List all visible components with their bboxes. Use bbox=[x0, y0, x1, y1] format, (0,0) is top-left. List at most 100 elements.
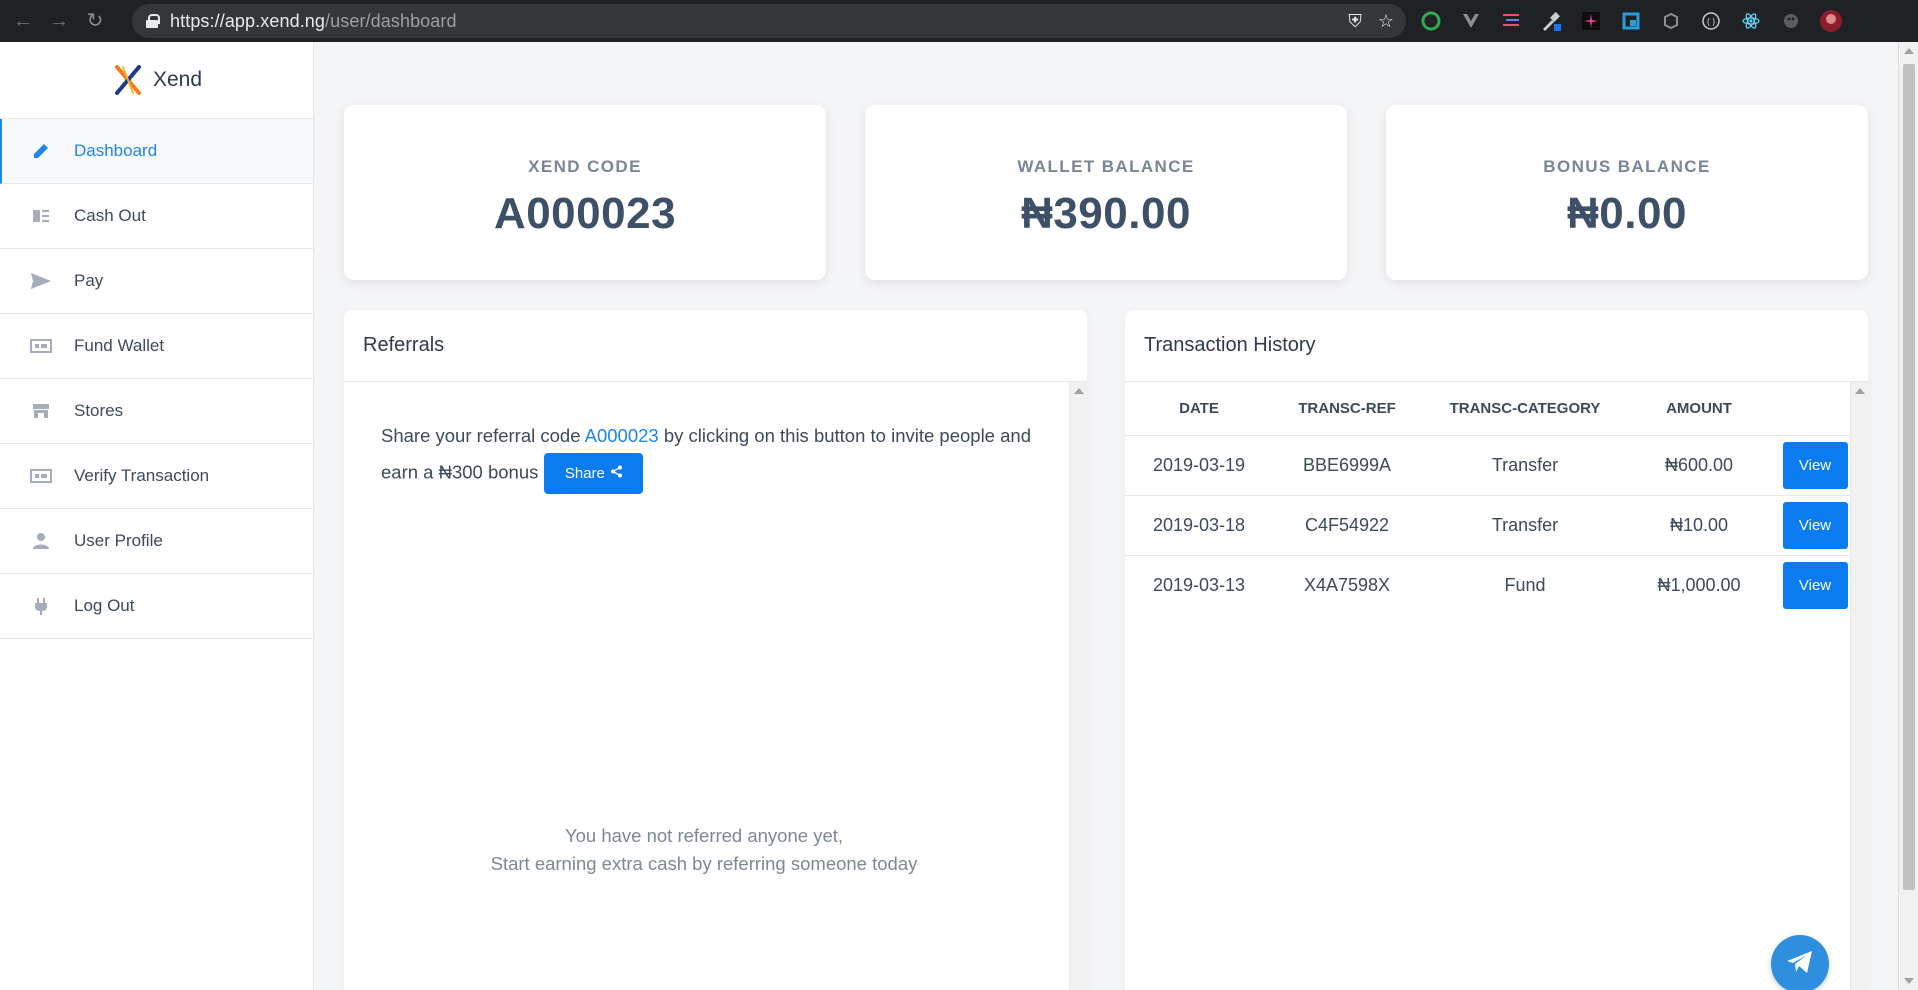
sidebar-item-label: Log Out bbox=[74, 596, 135, 615]
stat-label: WALLET BALANCE bbox=[1017, 157, 1195, 176]
receipt-icon bbox=[30, 465, 52, 487]
cell-amount: ₦10.00 bbox=[1629, 495, 1769, 556]
empty-referrals-message: You have not referred anyone yet, Start … bbox=[344, 822, 1064, 878]
panel-header: Referrals bbox=[344, 310, 1087, 382]
share-button[interactable]: Share bbox=[544, 453, 644, 494]
cell-action: View bbox=[1769, 435, 1861, 496]
transactions-table: DATE TRANSC-REF TRANSC-CATEGORY AMOUNT 2… bbox=[1125, 382, 1861, 615]
column-header-date: DATE bbox=[1125, 382, 1273, 436]
share-icon bbox=[610, 456, 623, 491]
extension-vue-icon[interactable] bbox=[1458, 8, 1484, 34]
sidebar-item-log-out[interactable]: Log Out bbox=[0, 574, 313, 639]
cell-category: Transfer bbox=[1421, 435, 1629, 496]
stat-card-wallet-balance: WALLET BALANCE ₦390.00 bbox=[865, 105, 1347, 280]
cash-out-icon bbox=[30, 205, 52, 227]
plug-icon bbox=[30, 595, 52, 617]
extension-react-icon[interactable] bbox=[1738, 8, 1764, 34]
stat-value: ₦390.00 bbox=[1021, 189, 1191, 238]
extensions-bar: () bbox=[1418, 6, 1844, 36]
transactions-scrollbar[interactable] bbox=[1850, 382, 1868, 990]
brand[interactable]: Xend bbox=[0, 42, 313, 119]
sidebar-item-label: Dashboard bbox=[74, 141, 158, 160]
table-row: 2019-03-19 BBE6999A Transfer ₦600.00 Vie… bbox=[1125, 435, 1861, 496]
star-icon[interactable]: ☆ bbox=[1378, 11, 1394, 32]
extension-eyedropper-icon[interactable] bbox=[1538, 8, 1564, 34]
reload-icon[interactable]: ↻ bbox=[82, 8, 108, 34]
referral-text-before: Share your referral code bbox=[381, 425, 585, 446]
table-header-row: DATE TRANSC-REF TRANSC-CATEGORY AMOUNT bbox=[1125, 382, 1861, 436]
stat-card-bonus-balance: BONUS BALANCE ₦0.00 bbox=[1386, 105, 1868, 280]
referrals-panel: Referrals Share your referral code A0000… bbox=[344, 310, 1087, 990]
stat-label: XEND CODE bbox=[528, 157, 642, 176]
table-row: 2019-03-18 C4F54922 Transfer ₦10.00 View bbox=[1125, 495, 1861, 556]
sidebar-item-label: Fund Wallet bbox=[74, 336, 165, 355]
telegram-chat-button[interactable] bbox=[1771, 935, 1829, 990]
sidebar-item-label: Verify Transaction bbox=[74, 466, 210, 485]
cell-ref: C4F54922 bbox=[1273, 495, 1421, 556]
send-icon bbox=[30, 270, 52, 292]
url-host: https://app.xend.ng bbox=[170, 10, 326, 31]
sidebar-item-dashboard[interactable]: Dashboard bbox=[0, 119, 313, 184]
empty-line-1: You have not referred anyone yet, bbox=[564, 825, 844, 846]
cell-date: 2019-03-18 bbox=[1125, 495, 1273, 556]
scroll-down-arrow-icon[interactable] bbox=[1904, 978, 1914, 984]
browser-toolbar: ← → ↻ https://app.xend.ng/user/dashboard… bbox=[0, 0, 1918, 42]
sidebar-item-user-profile[interactable]: User Profile bbox=[0, 509, 313, 574]
extension-puzzle-icon[interactable] bbox=[1658, 8, 1684, 34]
sidebar-item-fund-wallet[interactable]: Fund Wallet bbox=[0, 314, 313, 379]
extension-lines-icon[interactable] bbox=[1498, 8, 1524, 34]
stat-value: ₦0.00 bbox=[1567, 189, 1687, 238]
url-text: https://app.xend.ng/user/dashboard bbox=[170, 11, 457, 32]
address-bar[interactable]: https://app.xend.ng/user/dashboard ⛨ ☆ bbox=[132, 4, 1406, 38]
back-icon[interactable]: ← bbox=[10, 8, 36, 34]
scroll-up-arrow-icon[interactable] bbox=[1074, 388, 1084, 394]
panel-header: Transaction History bbox=[1125, 310, 1868, 382]
scroll-up-arrow-icon[interactable] bbox=[1904, 48, 1914, 54]
cell-category: Transfer bbox=[1421, 495, 1629, 556]
column-header-category: TRANSC-CATEGORY bbox=[1421, 382, 1629, 436]
referrals-scrollbar[interactable] bbox=[1069, 382, 1087, 990]
store-icon bbox=[30, 400, 52, 422]
cell-date: 2019-03-19 bbox=[1125, 435, 1273, 496]
transaction-history-panel: Transaction History DATE TRANSC-REF TRAN… bbox=[1125, 310, 1868, 990]
empty-line-2: Start earning extra cash by referring so… bbox=[490, 853, 918, 874]
column-header-action bbox=[1769, 382, 1861, 436]
sidebar: Xend Dashboard Cash Out Pay Fund Wallet … bbox=[0, 42, 314, 990]
sidebar-item-pay[interactable]: Pay bbox=[0, 249, 313, 314]
extension-circle-icon[interactable] bbox=[1418, 8, 1444, 34]
stat-label: BONUS BALANCE bbox=[1543, 157, 1711, 176]
stat-card-xend-code: XEND CODE A000023 bbox=[344, 105, 826, 280]
cell-amount: ₦1,000.00 bbox=[1657, 574, 1741, 595]
profile-avatar-icon[interactable] bbox=[1818, 8, 1844, 34]
brand-name: Xend bbox=[152, 68, 203, 91]
cell-action: View bbox=[1769, 495, 1861, 556]
extension-sparkle-icon[interactable] bbox=[1578, 8, 1604, 34]
view-button[interactable]: View bbox=[1782, 501, 1848, 549]
sidebar-item-cash-out[interactable]: Cash Out bbox=[0, 184, 313, 249]
sidebar-item-label: User Profile bbox=[74, 531, 163, 550]
cell-ref: X4A7598X bbox=[1303, 574, 1391, 595]
extension-ghost-icon[interactable] bbox=[1778, 8, 1804, 34]
extension-square-icon[interactable] bbox=[1618, 8, 1644, 34]
scroll-up-arrow-icon[interactable] bbox=[1855, 388, 1865, 394]
view-button[interactable]: View bbox=[1782, 441, 1848, 489]
user-icon bbox=[30, 530, 52, 552]
referral-code[interactable]: A000023 bbox=[585, 425, 659, 446]
shield-icon[interactable]: ⛨ bbox=[1348, 11, 1362, 32]
forward-icon[interactable]: → bbox=[46, 8, 72, 34]
sidebar-item-label: Stores bbox=[74, 401, 124, 420]
cell-action: View bbox=[1769, 555, 1861, 615]
cell-category: Fund bbox=[1504, 574, 1546, 595]
table-row: 2019-03-13 X4A7598X Fund ₦1,000.00 View bbox=[1125, 555, 1861, 615]
sidebar-item-verify-transaction[interactable]: Verify Transaction bbox=[0, 444, 313, 509]
extension-code-icon[interactable]: () bbox=[1698, 8, 1724, 34]
cell-amount: ₦600.00 bbox=[1629, 435, 1769, 496]
view-button[interactable]: View bbox=[1782, 561, 1848, 609]
telegram-icon bbox=[1785, 949, 1815, 980]
svg-text:(): () bbox=[1706, 18, 1717, 28]
page-scrollbar[interactable] bbox=[1898, 42, 1918, 990]
sidebar-item-stores[interactable]: Stores bbox=[0, 379, 313, 444]
scrollbar-thumb[interactable] bbox=[1903, 64, 1915, 890]
sidebar-menu: Dashboard Cash Out Pay Fund Wallet Store… bbox=[0, 119, 313, 639]
panel-title: Referrals bbox=[363, 334, 445, 356]
